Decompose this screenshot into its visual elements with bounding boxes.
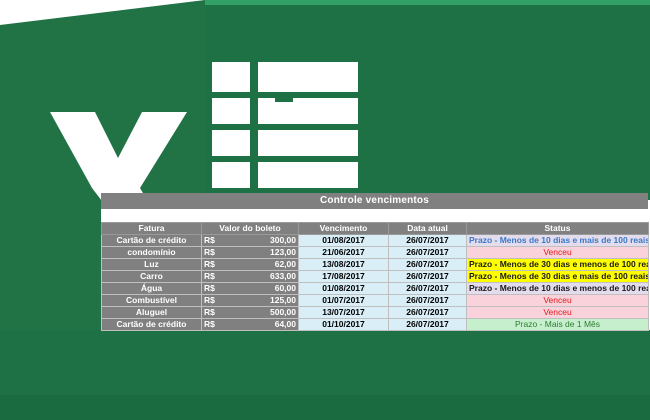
cell-data-atual[interactable]: 26/07/2017 [388, 258, 467, 271]
currency-symbol: R$ [204, 319, 215, 330]
table-row: Aluguel R$ 500,00 13/07/2017 26/07/2017 Vence… [101, 306, 649, 319]
cell-vencimento[interactable]: 01/07/2017 [298, 294, 389, 307]
table-row: Cartão de crédito R$ 64,00 01/10/2017 26/07/… [101, 318, 649, 331]
currency-symbol: R$ [204, 283, 215, 294]
col-header-data-atual[interactable]: Data atual [388, 222, 467, 235]
col-header-vencimento[interactable]: Vencimento [298, 222, 389, 235]
amount: 123,00 [270, 247, 296, 258]
cell-fatura[interactable]: Água [101, 282, 202, 295]
currency-symbol: R$ [204, 247, 215, 258]
amount: 60,00 [274, 283, 296, 294]
currency-symbol: R$ [204, 307, 215, 318]
amount: 633,00 [270, 271, 296, 282]
cell-valor[interactable]: R$ 500,00 [201, 306, 299, 319]
cell-valor[interactable]: R$ 125,00 [201, 294, 299, 307]
sheet-title: Controle vencimentos [101, 193, 648, 209]
col-header-valor[interactable]: Valor do boleto [201, 222, 299, 235]
cell-vencimento[interactable]: 01/08/2017 [298, 282, 389, 295]
cell-vencimento[interactable]: 17/08/2017 [298, 270, 389, 283]
amount: 62,00 [274, 259, 296, 270]
cell-fatura[interactable]: Luz [101, 258, 202, 271]
cell-vencimento[interactable]: 01/08/2017 [298, 234, 389, 247]
cell-status[interactable]: Prazo - Menos de 10 dias e menos de 100 … [466, 282, 649, 295]
table-row: Água R$ 60,00 01/08/2017 26/07/2017 Prazo - M… [101, 282, 649, 295]
cell-status[interactable]: Prazo - Mais de 1 Mês [466, 318, 649, 331]
col-header-fatura[interactable]: Fatura [101, 222, 202, 235]
amount: 125,00 [270, 295, 296, 306]
cell-valor[interactable]: R$ 64,00 [201, 318, 299, 331]
cell-data-atual[interactable]: 26/07/2017 [388, 246, 467, 259]
spreadsheet: Controle vencimentos Fatura Valor do bol… [101, 193, 649, 331]
cell-valor[interactable]: R$ 300,00 [201, 234, 299, 247]
cell-status[interactable]: Prazo - Menos de 30 dias e menos de 100 … [466, 258, 649, 271]
currency-symbol: R$ [204, 295, 215, 306]
cell-valor[interactable]: R$ 60,00 [201, 282, 299, 295]
cell-fatura[interactable]: Combustível [101, 294, 202, 307]
cell-fatura[interactable]: condomínio [101, 246, 202, 259]
cell-status[interactable]: Venceu [466, 306, 649, 319]
table-row: Carro R$ 633,00 17/08/2017 26/07/2017 Prazo -… [101, 270, 649, 283]
cell-valor[interactable]: R$ 123,00 [201, 246, 299, 259]
currency-symbol: R$ [204, 271, 215, 282]
cell-vencimento[interactable]: 01/10/2017 [298, 318, 389, 331]
cell-data-atual[interactable]: 26/07/2017 [388, 282, 467, 295]
cell-fatura[interactable]: Cartão de crédito [101, 234, 202, 247]
cell-data-atual[interactable]: 26/07/2017 [388, 306, 467, 319]
table-row: Combustível R$ 125,00 01/07/2017 26/07/2017 V… [101, 294, 649, 307]
cell-data-atual[interactable]: 26/07/2017 [388, 234, 467, 247]
cell-fatura[interactable]: Carro [101, 270, 202, 283]
amount: 300,00 [270, 235, 296, 246]
cell-valor[interactable]: R$ 633,00 [201, 270, 299, 283]
amount: 64,00 [274, 319, 296, 330]
currency-symbol: R$ [204, 235, 215, 246]
cell-status[interactable]: Prazo - Menos de 30 dias e mais de 100 r… [466, 270, 649, 283]
bills-table: Fatura Valor do boleto Vencimento Data a… [101, 222, 649, 331]
cell-valor[interactable]: R$ 62,00 [201, 258, 299, 271]
header-row: Fatura Valor do boleto Vencimento Data a… [101, 222, 649, 235]
cell-data-atual[interactable]: 26/07/2017 [388, 270, 467, 283]
cell-status[interactable]: Venceu [466, 294, 649, 307]
cell-vencimento[interactable]: 13/07/2017 [298, 306, 389, 319]
cell-vencimento[interactable]: 13/08/2017 [298, 258, 389, 271]
table-row: Luz R$ 62,00 13/08/2017 26/07/2017 Prazo - Me… [101, 258, 649, 271]
table-row: condomínio R$ 123,00 21/06/2017 26/07/2017 Ve… [101, 246, 649, 259]
cell-status[interactable]: Venceu [466, 246, 649, 259]
table-row: Cartão de crédito R$ 300,00 01/08/2017 26/07… [101, 234, 649, 247]
cell-data-atual[interactable]: 26/07/2017 [388, 318, 467, 331]
cell-fatura[interactable]: Aluguel [101, 306, 202, 319]
col-header-status[interactable]: Status [466, 222, 649, 235]
currency-symbol: R$ [204, 259, 215, 270]
amount: 500,00 [270, 307, 296, 318]
cell-data-atual[interactable]: 26/07/2017 [388, 294, 467, 307]
cell-fatura[interactable]: Cartão de crédito [101, 318, 202, 331]
cell-status[interactable]: Prazo - Menos de 10 dias e mais de 100 r… [466, 234, 649, 247]
cell-vencimento[interactable]: 21/06/2017 [298, 246, 389, 259]
